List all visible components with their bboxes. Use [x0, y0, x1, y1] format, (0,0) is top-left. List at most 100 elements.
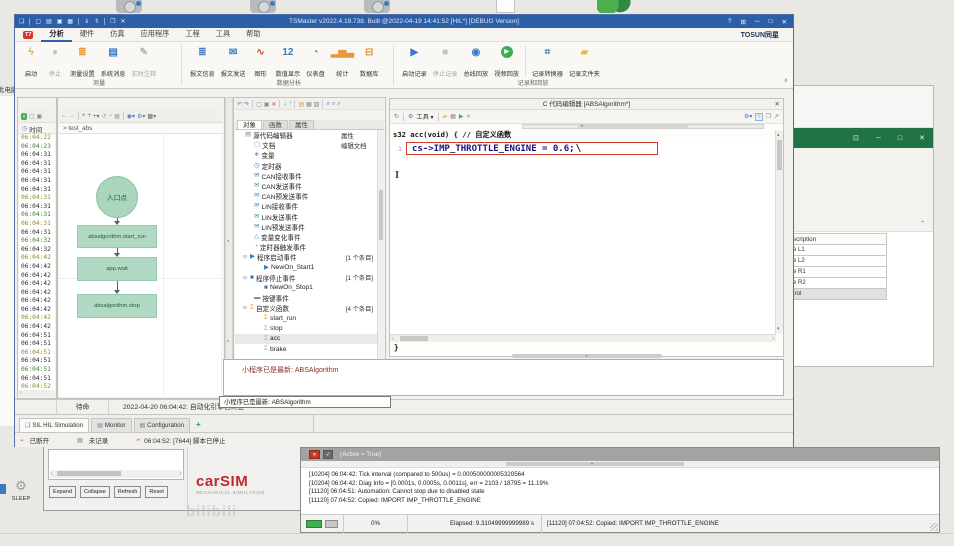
undo-icon[interactable]: ↶ — [237, 101, 242, 108]
maximize-button[interactable]: □ — [898, 135, 902, 142]
new-window-icon[interactable]: ❐ — [110, 18, 115, 25]
log-titlebar[interactable]: ✕ ✓ (Active = True) — [301, 448, 939, 461]
timestamp-row[interactable]: 06:04:51 — [19, 332, 55, 341]
tree-item[interactable]: Σ start_run — [235, 313, 377, 323]
statistics-button[interactable]: ▂▅▃ 统计 — [328, 43, 357, 79]
tree-item[interactable]: ✉ CAN接收事件 — [235, 171, 377, 181]
table-row[interactable]: e R2 — [790, 278, 887, 289]
tree-item[interactable]: ⊟ ▶ 程序启动事件 [1 个条目] — [235, 252, 377, 262]
system-message-button[interactable]: ▤ 系统消息 — [98, 43, 129, 79]
database-button[interactable]: ⊟ 数据库 — [357, 43, 382, 79]
code-area[interactable]: 1 cs->IMP_THROTTLE_ENGINE = 0.6; \ I — [390, 141, 776, 334]
float-panel-icon[interactable]: ❐ — [766, 113, 771, 120]
new-item-icon[interactable]: ▢ — [256, 101, 262, 108]
redo-icon[interactable]: ↷ — [244, 101, 249, 108]
tab-sil-hil-simulation[interactable]: ❑ SIL HIL Simulation — [19, 418, 90, 432]
separator[interactable] — [29, 18, 31, 25]
tree-item[interactable]: ✉ CAN预发送事件 — [235, 191, 377, 201]
carsim-tree-box[interactable]: ‹ › — [48, 449, 184, 480]
timestamp-row[interactable]: 06:04:42 — [19, 263, 55, 272]
editor-vscrollbar[interactable]: ▴ ▾ — [775, 130, 783, 334]
editor-top-scrollbar[interactable]: ▾ — [522, 123, 764, 129]
timestamp-row[interactable]: 06:04:32 — [19, 246, 55, 255]
feedback-icon[interactable]: ❏ — [19, 18, 24, 25]
fit-view-icon[interactable]: ▦ — [114, 113, 120, 120]
ribbon-tab[interactable]: 应用程序 — [133, 27, 178, 42]
desktop-icon-sleep[interactable]: ⚙ SLEEP — [6, 477, 36, 503]
table-row[interactable]: trol — [790, 289, 887, 300]
timestamp-row[interactable]: 06:04:31 — [19, 220, 55, 229]
realtime-comment-button[interactable]: ✎ 实时注释 — [129, 43, 160, 79]
close-button[interactable]: ✕ — [919, 134, 925, 142]
separator[interactable] — [78, 18, 80, 25]
run-icon[interactable]: ▶ — [459, 113, 464, 120]
checkbox-icon[interactable]: ✓ — [323, 450, 333, 459]
graphics-button[interactable]: ∿ 图形 — [249, 43, 273, 79]
scroll-right-icon[interactable]: › — [179, 470, 181, 478]
settings-menu-icon[interactable]: ⚙▾ — [137, 113, 145, 120]
timestamp-row[interactable]: 06:04:31 — [19, 168, 55, 177]
minimize-button[interactable]: ─ — [755, 18, 760, 25]
timestamp-row[interactable]: 06:04:42 — [19, 289, 55, 298]
timestamp-row[interactable]: 06:04:31 — [19, 203, 55, 212]
separator[interactable] — [279, 100, 281, 108]
timestamp-row[interactable]: 06:04:31 — [19, 177, 55, 186]
tree-item[interactable]: ∗ 变量 — [235, 150, 377, 160]
desktop-icon-camera[interactable] — [116, 0, 142, 13]
time-hscrollbar[interactable]: ‹ — [19, 390, 55, 397]
gauge-button[interactable]: ◔ 仪表盘 — [303, 43, 328, 79]
separator[interactable] — [437, 112, 439, 121]
log-line[interactable]: [10204] 06:04:42: Tick interval (compare… — [309, 471, 939, 480]
tree-item[interactable]: Σ acc — [235, 333, 377, 344]
layout-icon[interactable]: ▦ — [306, 101, 312, 108]
timestamp-row[interactable]: 06:04:23 — [19, 143, 55, 152]
collapse-button[interactable]: Collapse — [79, 486, 110, 498]
close-project-icon[interactable]: ✕ — [121, 18, 126, 25]
scroll-thumb[interactable] — [57, 471, 121, 476]
timestamp-row[interactable]: 06:04:42 — [19, 280, 55, 289]
tree-tab[interactable]: 函数 — [263, 120, 288, 129]
tree-tab[interactable]: 对象 — [237, 120, 262, 129]
tree-item[interactable]: ▬ 按键事件 — [235, 293, 377, 303]
save-log-icon[interactable]: ▣ — [37, 113, 43, 120]
reset-button[interactable]: Reset — [145, 486, 168, 498]
help-button[interactable]: ? — [728, 18, 732, 25]
separator[interactable] — [122, 112, 124, 120]
separator[interactable] — [294, 100, 296, 108]
separator[interactable] — [252, 100, 254, 108]
scroll-thumb[interactable] — [379, 190, 383, 240]
timestamp-row[interactable]: 06:04:42 — [19, 272, 55, 281]
timestamp-row[interactable]: 06:04:42 — [19, 306, 55, 315]
scroll-thumb[interactable] — [506, 462, 684, 466]
nav-forward-icon[interactable]: → — [69, 113, 75, 119]
scroll-thumb[interactable] — [777, 140, 782, 170]
timestamp-row[interactable]: 06:04:52 — [19, 383, 55, 390]
maximize-button[interactable]: □ — [769, 18, 773, 25]
carsim-hscrollbar[interactable]: ‹ › — [50, 470, 182, 478]
tree-item[interactable]: ▢ 文档 编辑文档 — [235, 140, 377, 150]
table-row[interactable]: e L2 — [790, 256, 887, 267]
tree-body[interactable]: ▤ 源代码编辑器 属性 ▢ 文档 编辑文档 ∗ 变量 ◷ 定时器 ✉ CAN接收… — [235, 130, 377, 365]
table-row[interactable]: e L1 — [790, 245, 887, 256]
tree-item[interactable]: ◔ 定时器触发事件 — [235, 242, 377, 252]
start-button[interactable]: ϟ 启动 — [19, 43, 43, 79]
tree-scrollbar[interactable] — [377, 130, 384, 365]
tree-item[interactable]: ✉ LIN预发送事件 — [235, 222, 377, 232]
refresh-icon[interactable]: ↺ — [102, 113, 107, 120]
timestamp-row[interactable]: 06:04:42 — [19, 314, 55, 323]
tab-configuration[interactable]: ▤ Configuration — [133, 418, 190, 432]
tree-item[interactable]: ⊟ Σ 自定义函数 [4 个条目] — [235, 303, 377, 313]
scroll-left-icon[interactable]: ‹ — [392, 335, 394, 343]
panel-title[interactable]: C 代码编辑器 [ABSAlgorithm*] ✕ — [390, 99, 783, 110]
message-info-button[interactable]: ≣ 报文信息 — [187, 43, 218, 79]
add-menu-icon[interactable]: +▾ — [93, 113, 100, 120]
tree-item[interactable]: ✉ LIN发送事件 — [235, 212, 377, 222]
export-icon[interactable]: ⇑ — [94, 18, 99, 25]
refresh-button[interactable]: Refresh — [113, 486, 142, 498]
window-icon[interactable]: ▧ — [314, 101, 320, 108]
desktop-icon-plant[interactable] — [597, 0, 631, 13]
table-row[interactable]: e R1 — [790, 267, 887, 278]
timestamp-row[interactable]: 06:04:51 — [19, 357, 55, 366]
timestamp-row[interactable]: 06:04:51 — [19, 375, 55, 384]
stop-record-button[interactable]: ■ 停止记录 — [430, 43, 461, 79]
